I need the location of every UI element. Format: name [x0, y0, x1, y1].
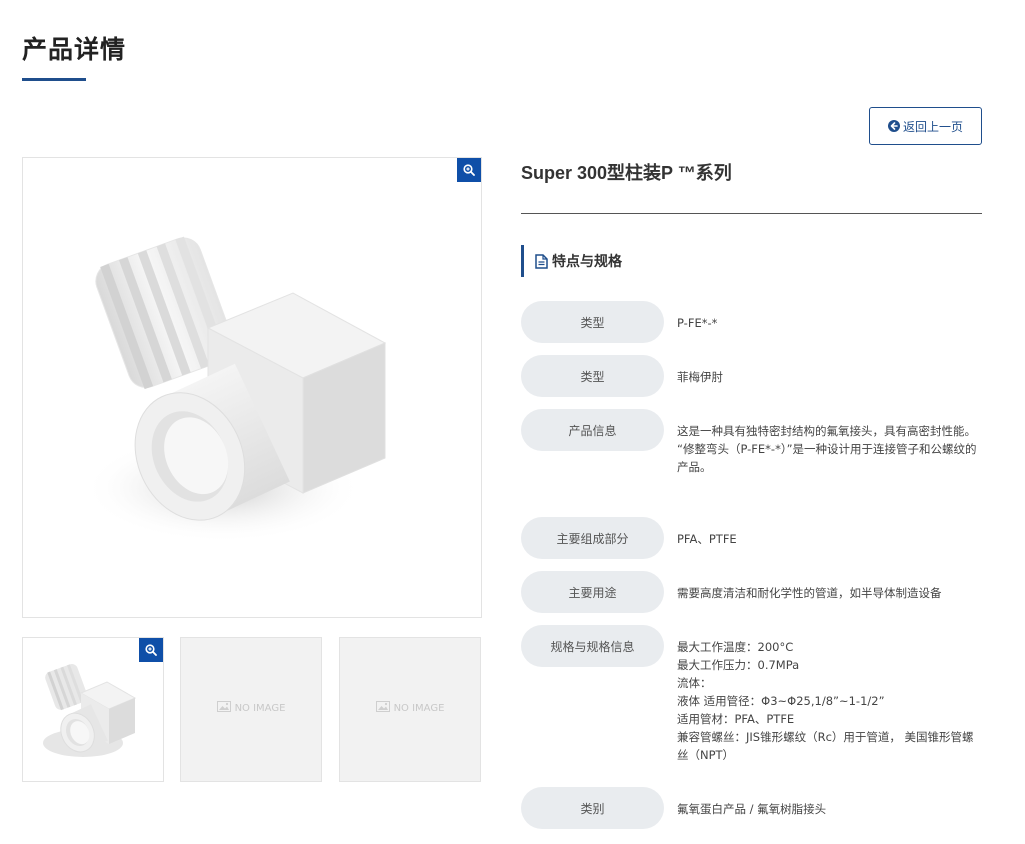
spec-value: 需要高度清洁和耐化学性的管道，如半导体制造设备 — [677, 586, 942, 600]
spec-value: P-FE*-* — [677, 316, 718, 330]
divider — [521, 213, 982, 214]
thumbnail-zoom-button[interactable] — [139, 638, 163, 662]
no-image-placeholder: NO IMAGE — [340, 701, 480, 715]
back-button[interactable]: 返回上一页 — [869, 107, 982, 145]
thumbnail-2[interactable]: NO IMAGE — [180, 637, 322, 782]
spec-label: 类型 — [521, 355, 664, 397]
spec-label: 规格与规格信息 — [521, 625, 664, 667]
spec-label: 主要组成部分 — [521, 517, 664, 559]
zoom-in-icon — [145, 641, 157, 660]
main-product-image — [22, 157, 482, 618]
no-image-label: NO IMAGE — [234, 702, 286, 714]
back-button-label: 返回上一页 — [902, 119, 963, 134]
document-icon — [535, 253, 548, 269]
spec-label: 产品信息 — [521, 409, 664, 451]
section-title: 特点与规格 — [552, 254, 622, 270]
no-image-placeholder: NO IMAGE — [181, 701, 321, 715]
thumbnail-1[interactable] — [22, 637, 164, 782]
title-underline — [22, 78, 86, 81]
thumbnail-3[interactable]: NO IMAGE — [339, 637, 481, 782]
product-name: Super 300型柱装P ™系列 — [521, 163, 732, 183]
spec-label: 主要用途 — [521, 571, 664, 613]
zoom-button[interactable] — [457, 158, 481, 182]
elbow-fitting-image — [83, 236, 387, 543]
image-icon — [216, 701, 231, 715]
section-accent-bar — [521, 245, 524, 277]
spec-value: 氟氧蛋白产品 / 氟氧树脂接头 — [677, 802, 827, 816]
spec-value: 最大工作温度：200°C 最大工作压力：0.7MPa 流体： 液体 适用管径：Φ… — [677, 640, 974, 762]
spec-label: 类别 — [521, 787, 664, 829]
zoom-in-icon — [463, 161, 475, 180]
spec-label: 类型 — [521, 301, 664, 343]
spec-value: 菲梅伊肘 — [677, 370, 723, 384]
spec-value: 这是一种具有独特密封结构的氟氧接头，具有高密封性能。 “修整弯头（P-FE*-*… — [677, 424, 977, 474]
arrow-circle-left-icon — [887, 120, 900, 132]
section-header: 特点与规格 — [521, 245, 622, 277]
page-title: 产品详情 — [22, 35, 127, 64]
no-image-label: NO IMAGE — [393, 702, 445, 714]
spec-value: PFA、PTFE — [677, 532, 737, 546]
image-icon — [375, 701, 390, 715]
